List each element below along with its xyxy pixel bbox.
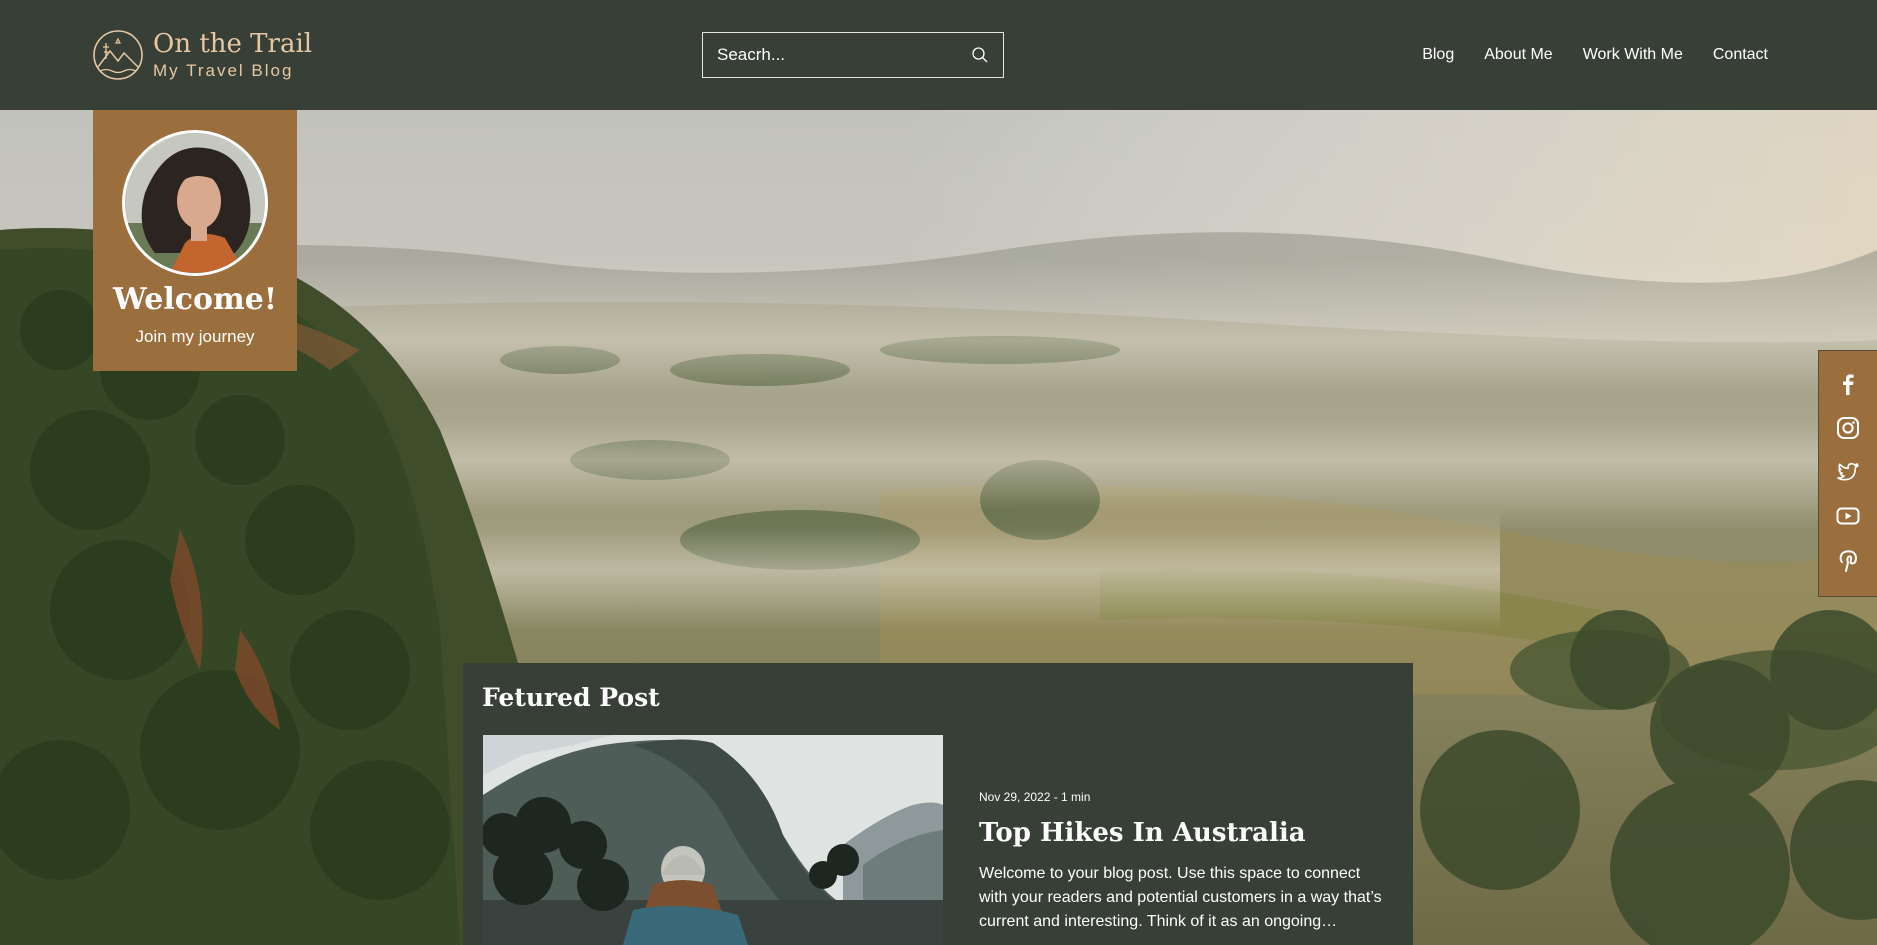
post-excerpt: Welcome to your blog post. Use this spac… xyxy=(979,865,1382,930)
post-title[interactable]: Top Hikes In Australia xyxy=(979,815,1306,851)
youtube-icon[interactable] xyxy=(1835,503,1861,529)
search-box[interactable] xyxy=(702,32,1004,78)
facebook-icon[interactable] xyxy=(1835,371,1861,397)
welcome-subtitle: Join my journey xyxy=(135,327,255,346)
welcome-card: Welcome! Join my journey xyxy=(93,110,297,371)
mountain-lake-photo xyxy=(483,735,943,945)
post-meta: Nov 29, 2022 - 1 min xyxy=(979,790,1091,804)
site-logo[interactable]: On the Trail My Travel Blog xyxy=(92,28,312,82)
profile-photo xyxy=(125,133,265,273)
social-bar xyxy=(1818,350,1877,597)
site-subtitle: My Travel Blog xyxy=(153,61,294,80)
site-header: On the Trail My Travel Blog Blog About M… xyxy=(0,0,1877,110)
search-icon[interactable] xyxy=(971,46,989,64)
nav-item-work-with-me[interactable]: Work With Me xyxy=(1583,44,1683,66)
featured-post-section: Fetured Post Nov 29, 2022 - 1 min Top Hi… xyxy=(463,663,1413,945)
search-input[interactable] xyxy=(703,33,971,77)
featured-post-image[interactable] xyxy=(483,735,943,945)
avatar xyxy=(122,130,268,276)
nav-item-contact[interactable]: Contact xyxy=(1713,44,1768,66)
pinterest-icon[interactable] xyxy=(1835,547,1861,573)
site-title: On the Trail xyxy=(153,29,313,59)
nav-item-about-me[interactable]: About Me xyxy=(1484,44,1552,66)
welcome-title: Welcome! xyxy=(112,282,277,317)
featured-heading: Fetured Post xyxy=(482,683,660,712)
main-nav: Blog About Me Work With Me Contact xyxy=(1422,44,1768,66)
instagram-icon[interactable] xyxy=(1835,415,1861,441)
logo-icon xyxy=(93,30,143,80)
twitter-icon[interactable] xyxy=(1835,459,1861,485)
nav-item-blog[interactable]: Blog xyxy=(1422,44,1454,66)
